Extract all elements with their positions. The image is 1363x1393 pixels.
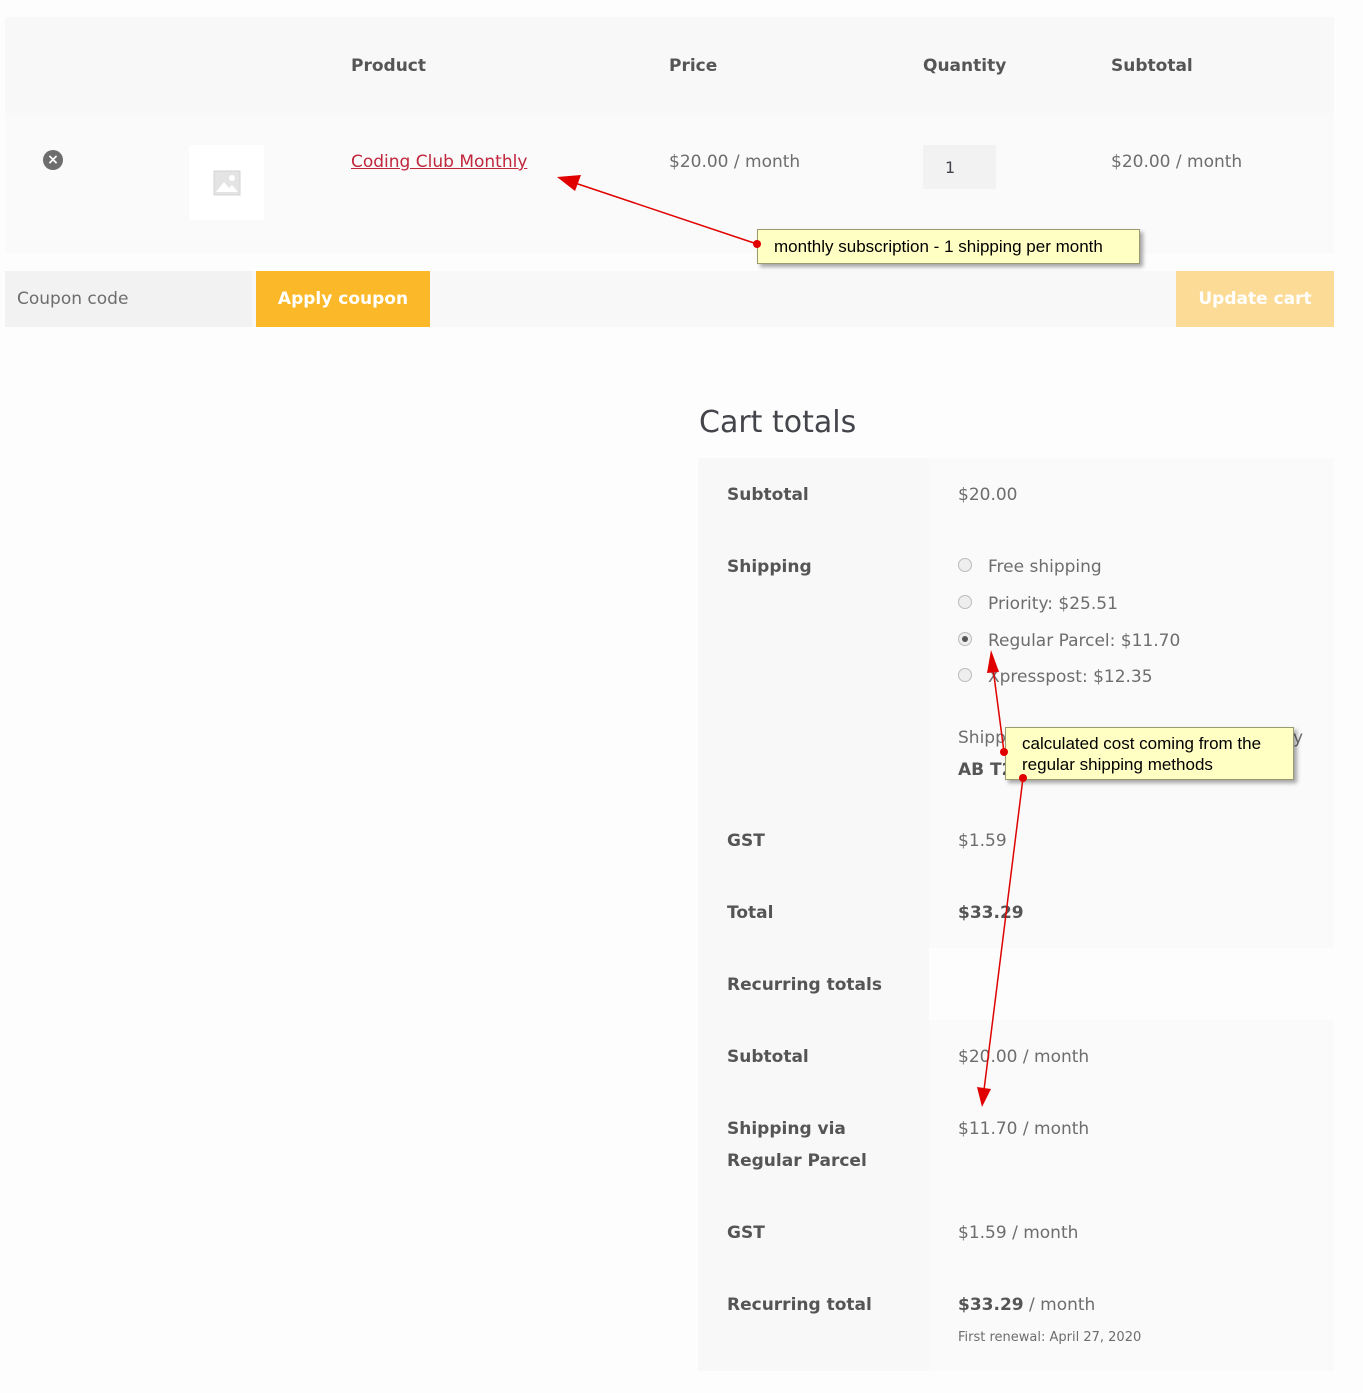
subtotal-value: $20.00 bbox=[958, 485, 1018, 505]
header-subtotal: Subtotal bbox=[1111, 56, 1193, 76]
coupon-code-input[interactable] bbox=[5, 271, 252, 327]
annotation-note-shipping: calculated cost coming from the regular … bbox=[1005, 727, 1294, 780]
recurring-gst-value: $1.59 / month bbox=[958, 1223, 1079, 1243]
recurring-shipping-label-1: Shipping via bbox=[727, 1119, 846, 1139]
recurring-totals-heading: Recurring totals bbox=[727, 975, 882, 995]
image-placeholder-icon[interactable] bbox=[189, 145, 264, 220]
recurring-shipping-label-2: Regular Parcel bbox=[727, 1151, 867, 1171]
gst-label: GST bbox=[727, 831, 765, 851]
totals-row-bg bbox=[929, 1268, 1334, 1371]
radio-priority[interactable] bbox=[958, 595, 972, 609]
item-price-amount: $20.00 bbox=[669, 152, 729, 172]
item-subtotal-amount: $20.00 bbox=[1111, 152, 1171, 172]
recurring-total-value: $33.29 / month bbox=[958, 1294, 1095, 1316]
annotation-note-shipping-line-2: regular shipping methods bbox=[1022, 755, 1213, 774]
total-label: Total bbox=[727, 903, 774, 923]
cart-totals-title: Cart totals bbox=[699, 405, 857, 440]
update-cart-button[interactable]: Update cart bbox=[1176, 271, 1334, 327]
radio-xpresspost[interactable] bbox=[958, 668, 972, 682]
shipping-destination-end: y bbox=[1293, 728, 1304, 748]
header-quantity: Quantity bbox=[923, 56, 1007, 76]
recurring-subtotal-label: Subtotal bbox=[727, 1047, 809, 1067]
radio-regular-parcel[interactable] bbox=[958, 632, 972, 646]
item-price: $20.00 / month bbox=[669, 151, 800, 173]
recurring-total-label: Recurring total bbox=[727, 1295, 872, 1315]
product-link[interactable]: Coding Club Monthly bbox=[351, 151, 527, 173]
close-circle-icon[interactable]: × bbox=[43, 150, 63, 170]
gst-value: $1.59 bbox=[958, 831, 1007, 851]
option-free-shipping[interactable]: Free shipping bbox=[988, 556, 1102, 578]
header-price: Price bbox=[669, 56, 718, 76]
annotation-note-shipping-line-1: calculated cost coming from the bbox=[1022, 734, 1262, 753]
quantity-input[interactable] bbox=[923, 145, 996, 189]
option-xpresspost[interactable]: Xpresspost: $12.35 bbox=[988, 666, 1153, 688]
recurring-total-period: / month bbox=[1023, 1295, 1096, 1315]
recurring-shipping-value: $11.70 / month bbox=[958, 1119, 1090, 1139]
recurring-total-amount: $33.29 bbox=[958, 1295, 1024, 1315]
item-subtotal: $20.00 / month bbox=[1111, 151, 1242, 173]
totals-row-bg bbox=[929, 1092, 1334, 1196]
recurring-gst-label: GST bbox=[727, 1223, 765, 1243]
item-price-period: / month bbox=[728, 152, 801, 172]
item-subtotal-period: / month bbox=[1170, 152, 1243, 172]
shipping-label: Shipping bbox=[727, 557, 812, 577]
annotation-note-subscription: monthly subscription - 1 shipping per mo… bbox=[757, 229, 1140, 264]
option-priority[interactable]: Priority: $25.51 bbox=[988, 593, 1118, 615]
first-renewal-date: First renewal: April 27, 2020 bbox=[958, 1330, 1142, 1345]
recurring-subtotal-value: $20.00 / month bbox=[958, 1047, 1090, 1067]
totals-row-bg bbox=[929, 948, 1334, 1020]
subtotal-label: Subtotal bbox=[727, 485, 809, 505]
radio-free-shipping[interactable] bbox=[958, 558, 972, 572]
option-regular-parcel[interactable]: Regular Parcel: $11.70 bbox=[988, 630, 1180, 652]
header-product: Product bbox=[351, 56, 426, 76]
apply-coupon-button[interactable]: Apply coupon bbox=[256, 271, 430, 327]
total-value: $33.29 bbox=[958, 903, 1024, 923]
shipping-destination: Shipp bbox=[958, 728, 1006, 748]
image-placeholder-glyph bbox=[213, 170, 240, 195]
